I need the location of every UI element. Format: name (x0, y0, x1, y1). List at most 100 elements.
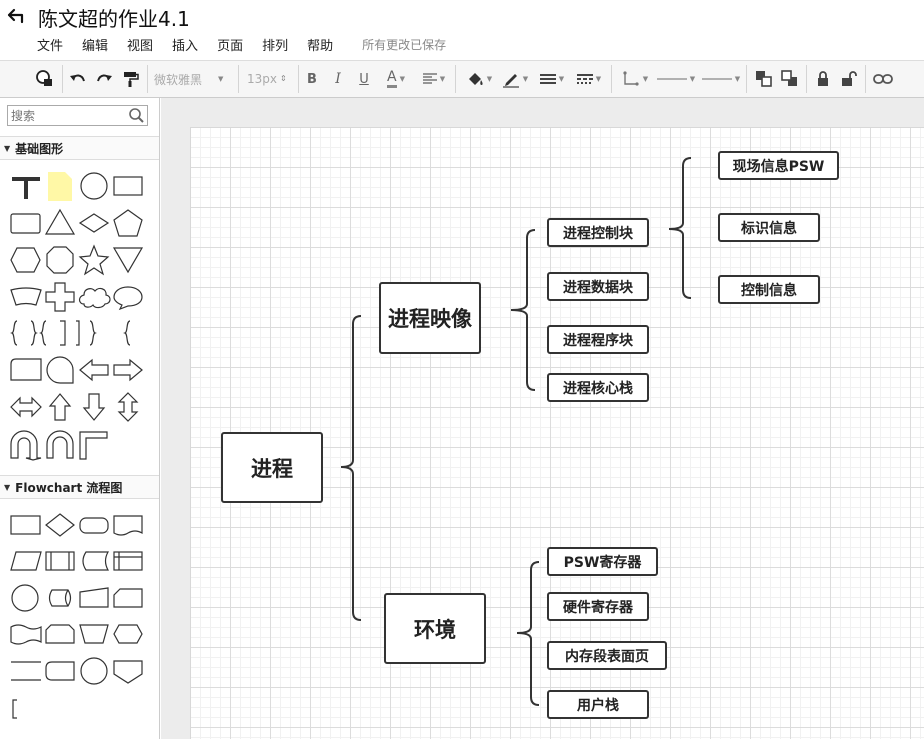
node-id-info[interactable]: 标识信息 (718, 213, 820, 242)
flow-connector[interactable] (11, 584, 39, 612)
shape-circle[interactable] (80, 172, 108, 200)
undo-button[interactable] (66, 68, 90, 90)
shape-left-brace[interactable] (123, 320, 131, 346)
flow-document[interactable] (113, 515, 143, 536)
line-color-button[interactable]: ▼ (498, 68, 532, 90)
shape-diamond[interactable] (78, 213, 110, 233)
font-size-stepper[interactable]: 13px ⇕ (247, 68, 293, 90)
font-color-button[interactable]: A ▼ (380, 68, 412, 90)
node-kernel-stack[interactable]: 进程核心栈 (547, 373, 649, 402)
send-to-back-button[interactable] (778, 68, 802, 90)
bold-button[interactable]: B (303, 68, 321, 90)
node-branch-env[interactable]: 环境 (384, 593, 486, 664)
shape-octagon[interactable] (46, 246, 74, 274)
shape-speech-bubble[interactable] (113, 286, 143, 311)
flow-decision[interactable] (45, 513, 75, 537)
end-arrow-button[interactable]: ▼ (700, 68, 742, 90)
flow-or[interactable] (80, 657, 108, 685)
flow-internal-storage[interactable] (113, 551, 143, 571)
flow-predefined-process[interactable] (45, 551, 75, 571)
flow-offpage[interactable] (113, 660, 143, 684)
shape-cloud[interactable] (78, 287, 111, 309)
shape-u-turn-double[interactable] (46, 430, 74, 459)
text-align-button[interactable]: ▼ (418, 68, 450, 90)
format-button[interactable] (32, 68, 58, 90)
shape-delay-drop[interactable] (46, 356, 74, 384)
node-control-info[interactable]: 控制信息 (718, 275, 820, 304)
shape-up-arrow[interactable] (48, 393, 72, 421)
flow-annotation-lines[interactable] (11, 661, 41, 681)
search-icon[interactable] (128, 107, 145, 124)
shape-double-arrow-horizontal[interactable] (10, 396, 42, 418)
shape-sticky-note[interactable] (48, 172, 72, 201)
node-branch-image[interactable]: 进程映像 (379, 282, 481, 354)
back-button[interactable] (6, 6, 28, 26)
node-data-block[interactable]: 进程数据块 (547, 272, 649, 301)
section-flowchart[interactable]: ▼ Flowchart 流程图 (0, 475, 159, 499)
node-hw-register[interactable]: 硬件寄存器 (547, 592, 649, 621)
node-root[interactable]: 进程 (221, 432, 323, 503)
redo-button[interactable] (92, 68, 116, 90)
shape-braces[interactable] (10, 320, 47, 346)
flow-card[interactable] (113, 588, 143, 608)
shape-triangle[interactable] (44, 208, 76, 235)
section-basic-shapes[interactable]: ▼ 基础图形 (0, 136, 159, 160)
shape-manual-input[interactable] (10, 358, 42, 381)
flow-manual-operation[interactable] (79, 624, 109, 644)
fill-color-button[interactable]: ▼ (462, 68, 496, 90)
menu-edit[interactable]: 编辑 (82, 35, 108, 54)
flow-terminator[interactable] (79, 517, 109, 534)
flow-annotation[interactable] (12, 699, 17, 719)
lock-button[interactable] (812, 68, 834, 90)
menu-arrange[interactable]: 排列 (262, 35, 288, 54)
menu-insert[interactable]: 插入 (172, 35, 198, 54)
node-psw-register[interactable]: PSW寄存器 (547, 547, 658, 576)
flow-loop-limit[interactable] (45, 624, 75, 644)
shape-text[interactable] (12, 177, 40, 199)
shape-double-arrow-vertical[interactable] (117, 392, 139, 422)
link-button[interactable] (871, 68, 895, 90)
shape-u-turn[interactable] (10, 430, 42, 461)
shape-star[interactable] (78, 244, 110, 276)
start-arrow-button[interactable]: ▼ (655, 68, 697, 90)
shape-rounded-rectangle[interactable] (10, 213, 41, 234)
flow-stored-data[interactable] (82, 551, 110, 571)
flow-manual-input[interactable] (79, 587, 109, 608)
connector-type-button[interactable]: ▼ (618, 68, 652, 90)
node-memory-page[interactable]: 内存段表面页 (547, 641, 667, 670)
document-title[interactable]: 陈文超的作业4.1 (38, 3, 190, 32)
shape-card[interactable] (10, 287, 42, 306)
flow-display[interactable] (45, 661, 75, 681)
flow-direct-data[interactable] (48, 589, 72, 607)
menu-page[interactable]: 页面 (217, 35, 243, 54)
unlock-button[interactable] (838, 68, 860, 90)
node-psw-info[interactable]: 现场信息PSW (718, 151, 839, 180)
shape-pentagon[interactable] (113, 209, 143, 237)
bring-to-front-button[interactable] (752, 68, 776, 90)
flow-process[interactable] (10, 515, 41, 535)
shape-search-input[interactable] (8, 106, 126, 125)
shape-down-arrow[interactable] (82, 393, 106, 421)
node-program-block[interactable]: 进程程序块 (547, 325, 649, 354)
shape-rectangle[interactable] (113, 176, 143, 196)
node-pcb[interactable]: 进程控制块 (547, 218, 649, 247)
shape-corner[interactable] (79, 431, 108, 460)
flow-data[interactable] (10, 551, 42, 571)
paint-format-button[interactable] (118, 68, 142, 90)
italic-button[interactable]: I (329, 68, 347, 90)
line-style-button[interactable]: ▼ (572, 68, 606, 90)
shape-cross[interactable] (45, 282, 75, 312)
line-width-button[interactable]: ▼ (535, 68, 569, 90)
shape-left-arrow[interactable] (79, 358, 109, 382)
canvas-area[interactable]: 进程 进程映像 环境 进程控制块 进程数据块 进程程序块 进程核心栈 现场信息P… (161, 98, 924, 739)
shape-hexagon[interactable] (10, 247, 41, 273)
shape-inverted-triangle[interactable] (112, 247, 144, 274)
diagram-page[interactable]: 进程 进程映像 环境 进程控制块 进程数据块 进程程序块 进程核心栈 现场信息P… (190, 127, 924, 739)
flow-punched-tape[interactable] (10, 624, 42, 645)
menu-help[interactable]: 帮助 (307, 35, 333, 54)
shape-brackets[interactable] (60, 320, 97, 346)
shape-right-arrow[interactable] (113, 358, 143, 382)
flow-preparation[interactable] (113, 624, 143, 644)
underline-button[interactable]: U (355, 68, 373, 90)
menu-file[interactable]: 文件 (37, 35, 63, 54)
